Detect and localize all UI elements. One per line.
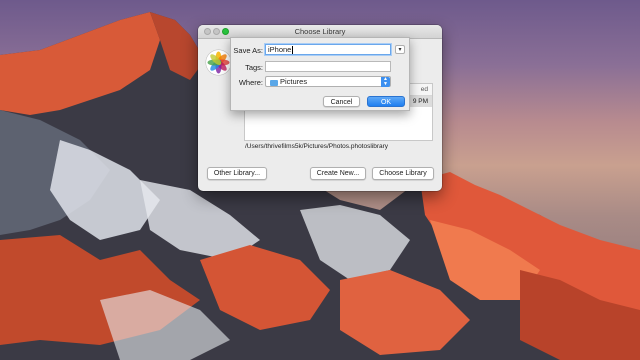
other-library-button[interactable]: Other Library...: [207, 167, 267, 180]
tags-field[interactable]: [265, 61, 391, 72]
chevron-down-icon: ▾: [398, 47, 402, 53]
where-value: Pictures: [280, 77, 308, 86]
save-as-sheet: Save As: iPhone ▾ Tags: Where: Pictures …: [230, 37, 410, 111]
where-select[interactable]: Pictures ▲ ▼: [265, 76, 391, 87]
save-as-field[interactable]: iPhone: [265, 44, 391, 55]
photos-app-icon: [206, 50, 231, 75]
create-new-button[interactable]: Create New...: [310, 167, 366, 180]
expand-button[interactable]: ▾: [395, 45, 405, 54]
cancel-button[interactable]: Cancel: [323, 96, 360, 107]
choose-library-button[interactable]: Choose Library: [372, 167, 434, 180]
window-title: Choose Library: [294, 27, 346, 36]
save-as-label: Save As:: [233, 46, 263, 55]
tags-label: Tags:: [245, 63, 263, 72]
library-path: /Users/thrivefilms5k/Pictures/Photos.pho…: [245, 143, 389, 150]
ok-button[interactable]: OK: [367, 96, 405, 107]
list-item-date: 9 PM: [412, 98, 428, 105]
list-header-text: ed: [420, 86, 428, 93]
up-down-arrows-icon: ▲ ▼: [381, 77, 390, 87]
where-label: Where:: [238, 78, 263, 87]
save-as-value: iPhone: [268, 45, 292, 54]
folder-icon: [270, 79, 278, 86]
text-caret: [292, 46, 293, 55]
